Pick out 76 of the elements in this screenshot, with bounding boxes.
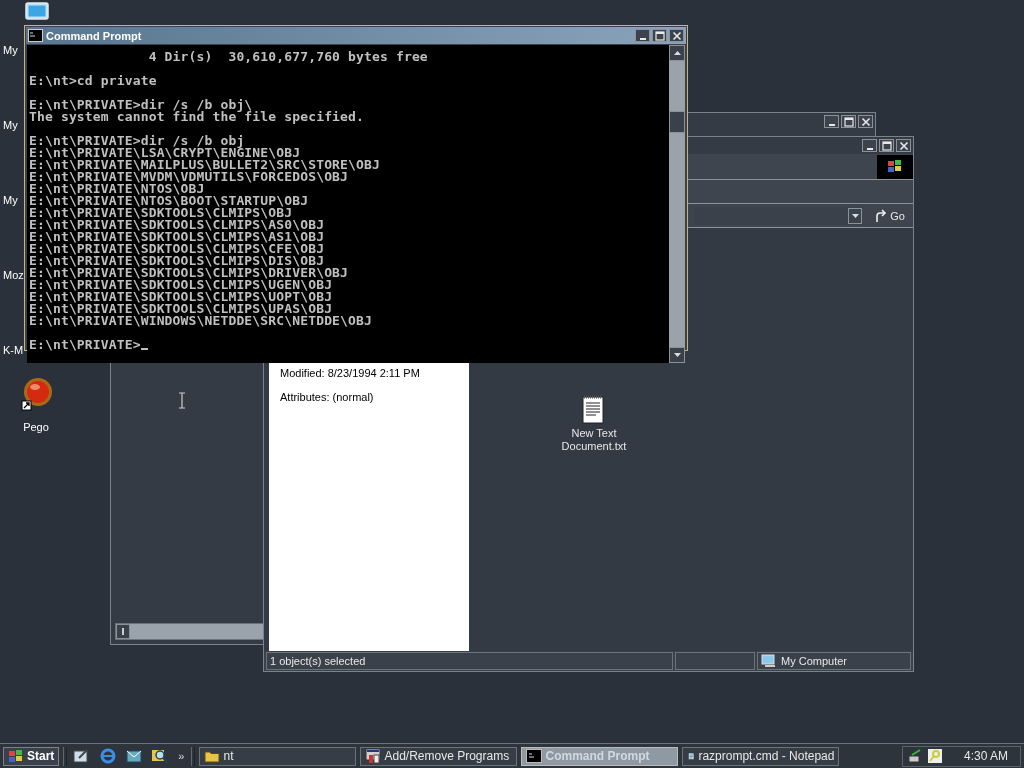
console-line: E:\nt\PRIVATE>	[29, 339, 667, 351]
maximize-icon	[654, 30, 665, 41]
clock: 4:30 AM	[963, 749, 1008, 763]
up-arrow-icon	[673, 51, 681, 55]
console-line: E:\nt\PRIVATE\SDKTOOLS\CLMIPS\DIS\OBJ	[29, 255, 325, 267]
desktop-icon-label[interactable]: My	[3, 119, 18, 131]
console-line: E:\nt\PRIVATE\SDKTOOLS\CLMIPS\AS0\OBJ	[29, 219, 326, 231]
console-line: E:\nt\PRIVATE\MAILPLUS\BULLET2\SRC\STORE\OBJ	[29, 159, 381, 171]
console-line: E:\nt\PRIVATE>dir /s /b obj	[29, 135, 246, 147]
console-line: E:\nt>cd private	[29, 75, 158, 87]
console-icon	[526, 749, 543, 763]
file-item[interactable]: New Text Document.txt	[539, 394, 649, 453]
more-button[interactable]: »	[175, 750, 188, 762]
maximize-button[interactable]	[652, 29, 667, 42]
close-icon	[671, 30, 682, 41]
close-button[interactable]	[669, 29, 684, 42]
desktop-icon-label[interactable]: K-M	[3, 344, 24, 356]
desktop-icon-label[interactable]: My	[3, 194, 18, 206]
curved-arrow-icon	[874, 208, 889, 223]
console-line: E:\nt\PRIVATE\SDKTOOLS\CLMIPS\OBJ	[29, 207, 293, 219]
window-title: Command Prompt	[46, 29, 143, 42]
console-line: E:\nt\PRIVATE\SDKTOOLS\CLMIPS\UGEN\OBJ	[29, 279, 333, 291]
desktop-icon-label[interactable]: Moz	[3, 269, 24, 281]
zone-text: My Computer	[757, 652, 911, 670]
installer-icon	[365, 748, 382, 764]
folder-icon	[204, 749, 221, 763]
console-line: The system cannot find the file specified.	[29, 111, 366, 123]
monitor-icon[interactable]	[25, 2, 49, 22]
scroll-down-button[interactable]	[669, 347, 685, 363]
desktop-icon-label[interactable]: My	[3, 44, 18, 56]
scroll-thumb[interactable]	[669, 111, 685, 133]
key-icon[interactable]	[926, 748, 943, 764]
console-line: E:\nt\PRIVATE>dir /s /b obj\	[29, 99, 253, 111]
dropdown-button[interactable]	[848, 207, 863, 224]
minimize-icon	[828, 123, 835, 126]
computer-icon	[761, 654, 777, 668]
detail-text: Modified: 8/23/1994 2:11 PM	[280, 367, 421, 379]
status-text: 1 object(s) selected	[266, 652, 673, 670]
console-line: E:\nt\PRIVATE\NTOS\OBJ	[29, 183, 205, 195]
ball-shortcut-icon[interactable]	[21, 377, 53, 411]
maximize-icon	[881, 140, 892, 151]
taskbar-button[interactable]: nt	[199, 746, 357, 766]
detail-text: Attributes: (normal)	[280, 391, 375, 403]
console-line: E:\nt\PRIVATE\SDKTOOLS\CLMIPS\AS1\OBJ	[29, 231, 326, 243]
scroll-up-button[interactable]	[669, 45, 685, 61]
minimize-icon	[639, 37, 646, 40]
console-line: 4 Dir(s) 30,610,677,760 bytes free	[147, 51, 429, 63]
scroll-left-button[interactable]	[116, 624, 130, 639]
address-field[interactable]	[694, 206, 863, 225]
console-line: E:\nt\PRIVATE\SDKTOOLS\CLMIPS\DRIVER\OBJ	[29, 267, 350, 279]
text-document-icon	[581, 394, 607, 424]
scroll-thumb[interactable]	[130, 624, 266, 639]
text-cursor-icon	[178, 392, 186, 409]
console-line: E:\nt\PRIVATE\SDKTOOLS\CLMIPS\UOPT\OBJ	[29, 291, 334, 303]
windows-logo-icon	[8, 749, 24, 763]
console-icon	[28, 29, 43, 42]
console-line: E:\nt\PRIVATE\MVDM\VDMUTILS\FORCEDOS\OBJ	[29, 171, 349, 183]
start-button[interactable]: Start	[3, 746, 60, 766]
console-line: E:\nt\PRIVATE\WINDOWS\NETDDE\SRC\NETDDE\OBJ	[29, 315, 373, 327]
vertical-scrollbar[interactable]	[669, 45, 685, 363]
windows-logo-icon	[877, 154, 913, 179]
console-line: E:\nt\PRIVATE\NTOS\BOOT\STARTUP\OBJ	[29, 195, 310, 207]
maximize-icon	[843, 116, 854, 127]
taskbar-button[interactable]: razprompt.cmd - Notepad	[682, 746, 840, 766]
console-line: E:\nt\PRIVATE\SDKTOOLS\CLMIPS\CFE\OBJ	[29, 243, 326, 255]
taskbar-button[interactable]: Add/Remove Programs	[360, 746, 518, 766]
desktop-icon-label[interactable]: Pego	[0, 421, 72, 433]
close-icon	[860, 116, 871, 127]
minimize-button[interactable]	[635, 29, 650, 42]
close-icon	[898, 140, 909, 151]
grip-icon	[121, 628, 125, 635]
down-arrow-icon	[673, 353, 681, 357]
minimize-icon	[866, 147, 873, 150]
caret-icon	[851, 213, 859, 218]
console-line: E:\nt\PRIVATE\SDKTOOLS\CLMIPS\UPAS\OBJ	[29, 303, 333, 315]
console-line: E:\nt\PRIVATE\LSA\CRYPT\ENGINE\OBJ	[29, 147, 302, 159]
